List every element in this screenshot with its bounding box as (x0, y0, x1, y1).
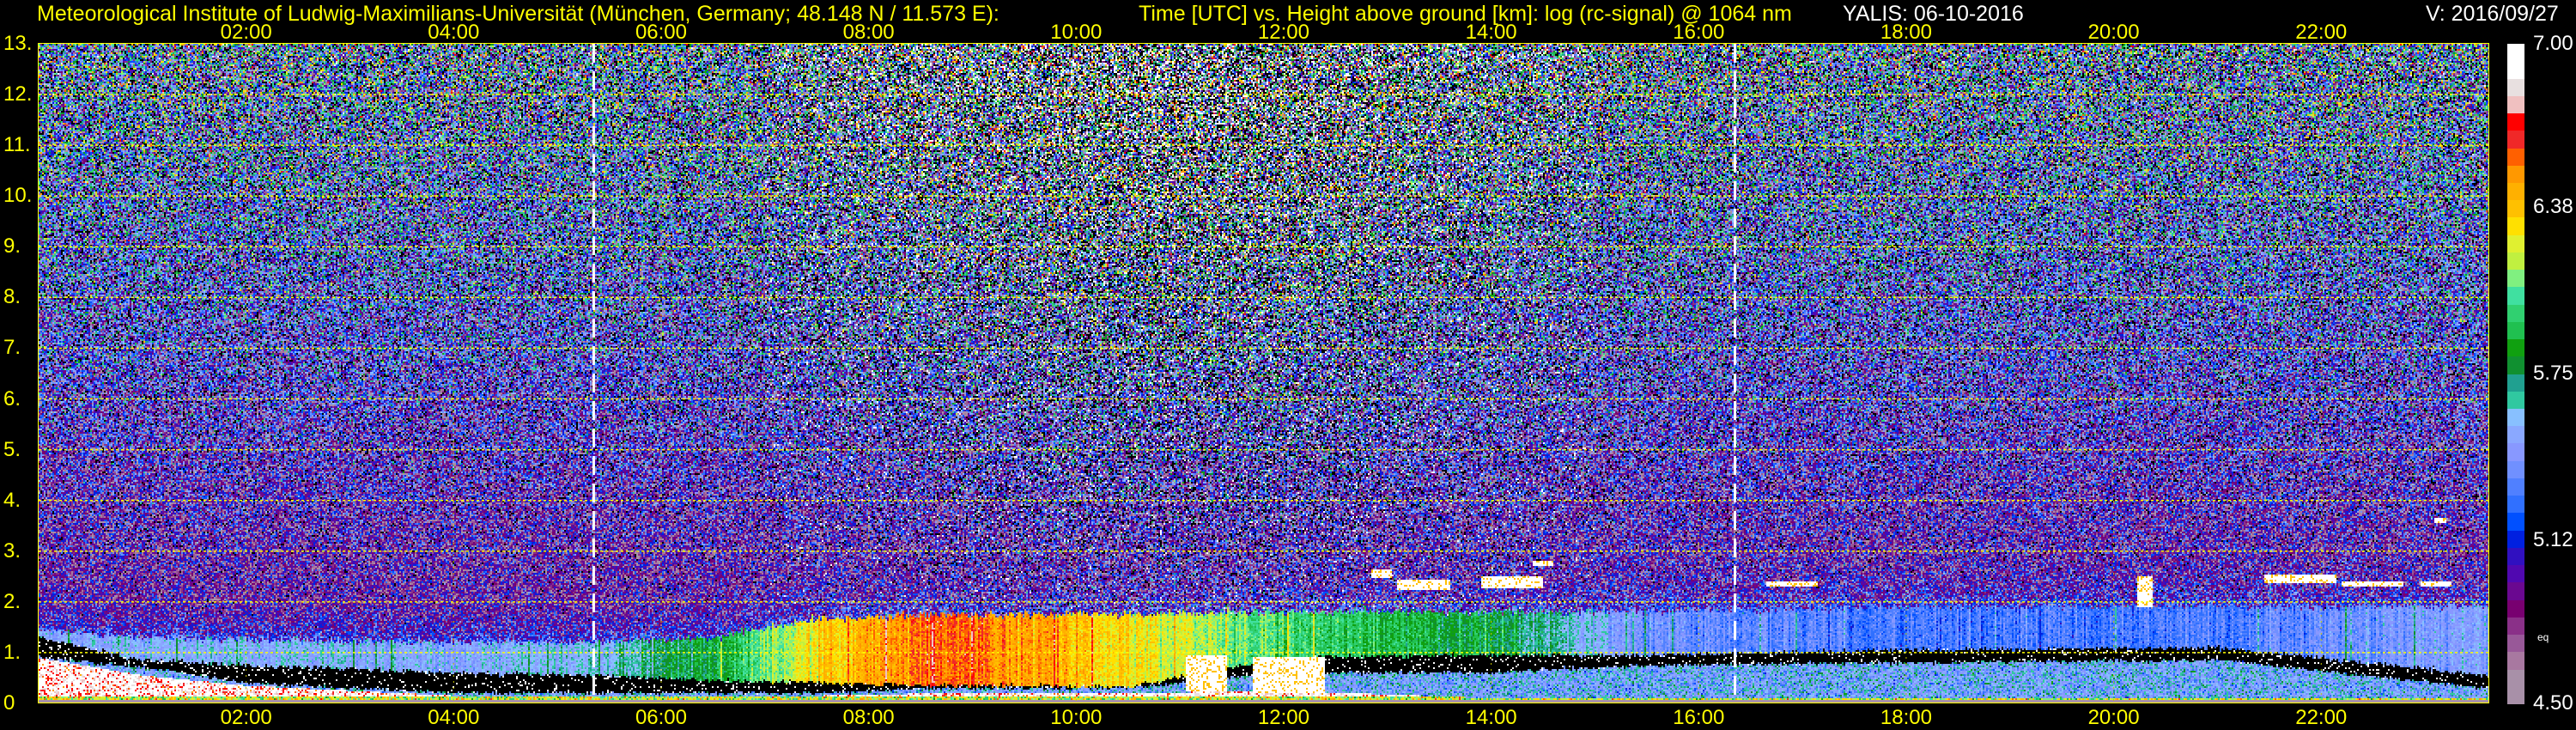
colorbar-segment (2507, 113, 2524, 131)
version-label: V: 2016/09/27 (2426, 2, 2559, 26)
x-tick-bottom: 04:00 (428, 706, 480, 729)
instrument-date: YALIS: 06-10-2016 (1843, 2, 2024, 26)
colorbar-segment (2507, 95, 2524, 114)
colorbar-tick: 6.38 (2533, 195, 2573, 219)
x-tick-bottom: 10:00 (1050, 706, 1103, 729)
x-tick-bottom: 18:00 (1880, 706, 1932, 729)
x-tick-top: 14:00 (1465, 21, 1517, 44)
colorbar-segment (2507, 287, 2524, 305)
x-tick-bottom: 02:00 (220, 706, 272, 729)
y-tick: 6. (3, 386, 21, 411)
y-tick: 9. (3, 234, 21, 259)
colorbar-segment (2507, 617, 2524, 636)
y-tick: 11. (3, 133, 31, 157)
colorbar-tick: 7.00 (2533, 32, 2573, 55)
grid-overlay (39, 44, 2489, 703)
colorbar-tick: 4.50 (2533, 691, 2573, 715)
x-tick-top: 22:00 (2295, 21, 2348, 44)
y-tick: 2. (3, 589, 21, 613)
x-tick-top: 12:00 (1257, 21, 1309, 44)
y-tick: 5. (3, 437, 21, 461)
x-tick-top: 08:00 (842, 21, 895, 44)
colorbar-segment (2507, 182, 2524, 201)
colorbar-note: eq (2537, 631, 2549, 643)
y-tick: 7. (3, 336, 21, 360)
x-tick-bottom: 14:00 (1465, 706, 1517, 729)
colorbar-segment (2507, 234, 2524, 252)
colorbar-segment (2507, 635, 2524, 653)
colorbar-segment (2507, 374, 2524, 392)
colorbar-segment (2507, 530, 2524, 548)
y-tick: 13. (3, 32, 33, 55)
y-tick: 1. (3, 640, 21, 664)
colorbar-segment (2507, 165, 2524, 183)
x-tick-top: 20:00 (2087, 21, 2140, 44)
colorbar (2507, 44, 2524, 704)
x-tick-bottom: 08:00 (842, 706, 895, 729)
x-tick-bottom: 22:00 (2295, 706, 2348, 729)
colorbar-segment (2507, 148, 2524, 166)
colorbar-segment (2507, 669, 2524, 687)
colorbar-segment (2507, 339, 2524, 357)
x-tick-top: 18:00 (1880, 21, 1932, 44)
colorbar-segment (2507, 460, 2524, 478)
colorbar-segment (2507, 496, 2524, 514)
colorbar-segment (2507, 391, 2524, 410)
colorbar-segment (2507, 61, 2524, 79)
colorbar-segment (2507, 321, 2524, 340)
x-tick-bottom: 12:00 (1257, 706, 1309, 729)
y-tick: 4. (3, 488, 21, 512)
colorbar-segment (2507, 409, 2524, 427)
colorbar-tick: 5.75 (2533, 362, 2573, 385)
colorbar-segment (2507, 443, 2524, 461)
x-tick-top: 16:00 (1673, 21, 1725, 44)
colorbar-segment (2507, 131, 2524, 149)
x-tick-top: 02:00 (220, 21, 272, 44)
colorbar-segment (2507, 78, 2524, 96)
colorbar-tick: 5.12 (2533, 527, 2573, 551)
y-tick: 10. (3, 184, 33, 208)
colorbar-segment (2507, 513, 2524, 531)
x-tick-top: 06:00 (635, 21, 687, 44)
colorbar-segment (2507, 252, 2524, 271)
colorbar-segment (2507, 478, 2524, 496)
colorbar-segment (2507, 200, 2524, 218)
colorbar-segment (2507, 304, 2524, 322)
x-tick-top: 10:00 (1050, 21, 1103, 44)
colorbar-segment (2507, 356, 2524, 374)
x-tick-bottom: 20:00 (2087, 706, 2140, 729)
colorbar-segment (2507, 44, 2524, 62)
colorbar-segment (2507, 217, 2524, 235)
x-tick-top: 04:00 (428, 21, 480, 44)
y-tick: 12. (3, 82, 33, 106)
colorbar-segment (2507, 686, 2524, 704)
colorbar-segment (2507, 270, 2524, 288)
y-tick: 0 (3, 691, 15, 715)
x-tick-bottom: 06:00 (635, 706, 687, 729)
colorbar-segment (2507, 426, 2524, 444)
colorbar-segment (2507, 582, 2524, 600)
colorbar-segment (2507, 547, 2524, 566)
colorbar-segment (2507, 652, 2524, 670)
colorbar-segment (2507, 565, 2524, 583)
y-tick: 8. (3, 285, 21, 309)
colorbar-segment (2507, 599, 2524, 617)
y-tick: 3. (3, 538, 21, 563)
x-tick-bottom: 16:00 (1673, 706, 1725, 729)
lidar-heatmap (39, 44, 2489, 703)
